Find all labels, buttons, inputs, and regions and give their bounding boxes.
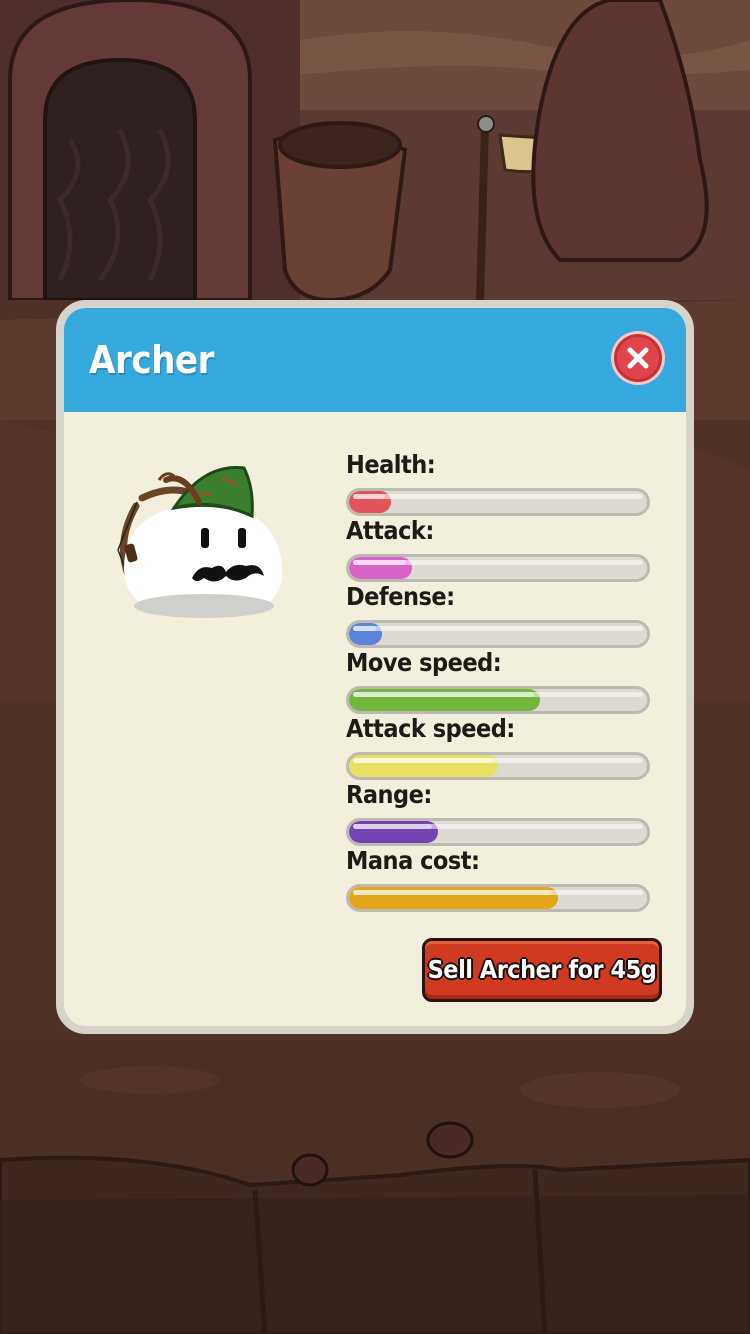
stat-label-attack: Attack:	[346, 516, 434, 545]
stat-fill-move-speed	[349, 689, 540, 711]
stat-label-health: Health:	[346, 450, 436, 479]
close-button[interactable]	[614, 334, 662, 382]
dialog-title: Archer	[89, 338, 215, 382]
stat-bar-defense	[346, 620, 650, 648]
stat-bar-health	[346, 488, 650, 516]
stat-fill-attack-speed	[349, 755, 498, 777]
sell-button-label: Sell Archer for 45g	[427, 955, 657, 984]
stat-fill-health	[349, 491, 391, 513]
stat-label-defense: Defense:	[346, 582, 455, 611]
archer-blob-icon	[117, 466, 282, 618]
stat-fill-attack	[349, 557, 412, 579]
sell-unit-button[interactable]: Sell Archer for 45g	[422, 938, 662, 1002]
stat-label-attack-speed: Attack speed:	[346, 714, 515, 743]
stat-fill-mana-cost	[349, 887, 558, 909]
stat-bar-range	[346, 818, 650, 846]
stat-fill-range	[349, 821, 439, 843]
close-icon	[627, 347, 649, 369]
unit-info-dialog: Archer Health: Attack: Defense: Move spe…	[56, 300, 694, 1034]
dialog-header: Archer	[64, 308, 686, 412]
stat-bar-move-speed	[346, 686, 650, 714]
stat-bar-attack	[346, 554, 650, 582]
stat-label-move-speed: Move speed:	[346, 648, 502, 677]
stat-label-range: Range:	[346, 780, 432, 809]
stat-label-mana-cost: Mana cost:	[346, 846, 480, 875]
stat-fill-defense	[349, 623, 382, 645]
stat-bar-mana-cost	[346, 884, 650, 912]
stat-bar-attack-speed	[346, 752, 650, 780]
